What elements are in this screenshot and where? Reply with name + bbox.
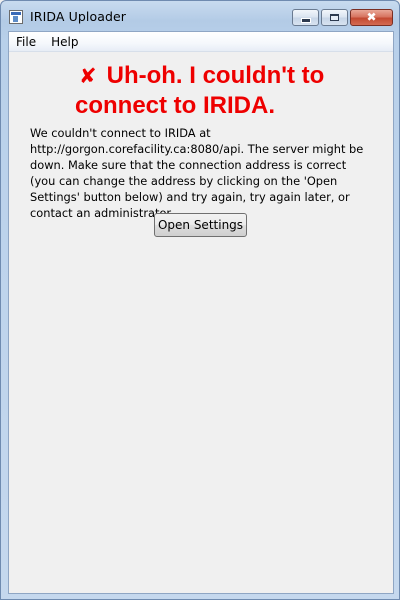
app-window: IRIDA Uploader ✖ File Help ✘ Uh-oh. I cou… [0, 0, 400, 600]
minimize-icon [302, 19, 310, 22]
menu-bar: File Help [9, 32, 393, 52]
error-message: We couldn't connect to IRIDA at http://g… [30, 126, 364, 220]
maximize-button[interactable] [321, 9, 348, 26]
menu-file[interactable]: File [9, 32, 44, 51]
error-panel: ✘ Uh-oh. I couldn't to connect to IRIDA. … [9, 52, 393, 593]
close-button[interactable]: ✖ [350, 9, 393, 26]
close-icon: ✖ [366, 10, 377, 24]
maximize-icon [330, 14, 339, 21]
menu-help[interactable]: Help [44, 32, 86, 51]
open-settings-button[interactable]: Open Settings [154, 213, 247, 237]
error-x-icon: ✘ [79, 64, 97, 88]
window-controls: ✖ [292, 9, 393, 26]
title-bar[interactable]: IRIDA Uploader ✖ [1, 1, 399, 33]
window-title: IRIDA Uploader [30, 9, 127, 24]
error-title-text: Uh-oh. I couldn't to connect to IRIDA. [75, 62, 325, 119]
error-heading: ✘ Uh-oh. I couldn't to connect to IRIDA. [75, 61, 375, 120]
minimize-button[interactable] [292, 9, 319, 26]
client-area: File Help ✘ Uh-oh. I couldn't to connect … [8, 31, 394, 594]
application-icon [9, 10, 23, 24]
